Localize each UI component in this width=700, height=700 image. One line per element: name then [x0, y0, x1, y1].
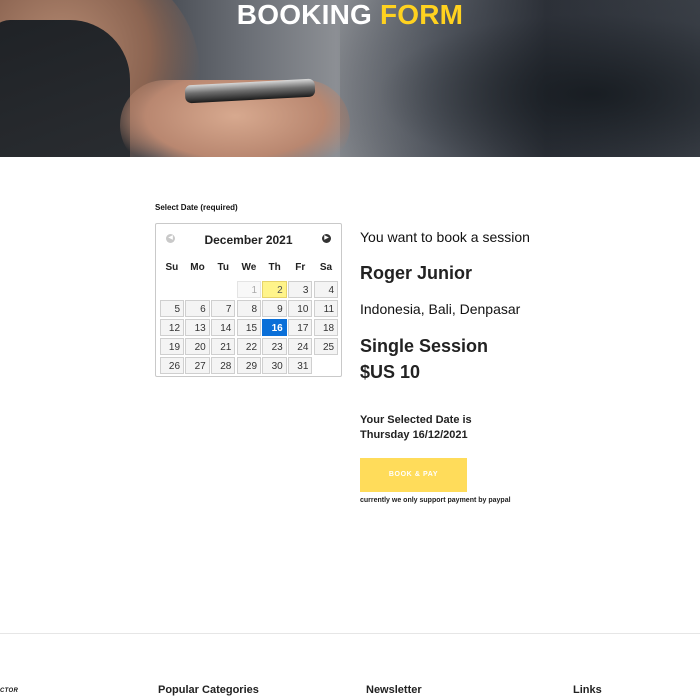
- calendar-day[interactable]: 6: [185, 300, 210, 317]
- calendar-day[interactable]: 19: [159, 338, 185, 355]
- select-date-label: Select Date (required): [155, 203, 238, 212]
- page-title-main: BOOKING: [236, 0, 372, 30]
- calendar-day[interactable]: 26: [159, 357, 185, 374]
- calendar-day[interactable]: 11: [313, 300, 339, 317]
- calendar-empty-cell: [211, 281, 235, 298]
- weekday-label: Su: [165, 262, 179, 273]
- calendar-day[interactable]: 28: [210, 357, 236, 374]
- footer-divider: [0, 633, 700, 634]
- session-price: $US 10: [360, 362, 421, 382]
- hero-banner: BOOKING FORM: [0, 0, 700, 157]
- calendar-day[interactable]: 29: [236, 357, 262, 374]
- calendar-day[interactable]: 12: [159, 319, 185, 336]
- footer-heading-popular-categories: Popular Categories: [158, 684, 259, 696]
- calendar-day[interactable]: 10: [288, 300, 313, 317]
- calendar-week-row: 5 6 7 8 9 10 11: [159, 299, 339, 318]
- calendar-day[interactable]: 24: [288, 338, 313, 355]
- calendar-day[interactable]: 8: [236, 300, 262, 317]
- date-picker-grid: Su Mo Tu We Th Fr Sa 1 2 3 4 5 6 7 8 9 10 11 12 13 14 15 16 17 1…: [159, 256, 339, 375]
- calendar-day[interactable]: 4: [313, 281, 339, 298]
- calendar-day[interactable]: 3: [288, 281, 313, 298]
- weekday-label: Sa: [319, 262, 333, 273]
- page-title-accent: FORM: [379, 0, 464, 30]
- calendar-day[interactable]: 7: [210, 300, 236, 317]
- calendar-day-selected[interactable]: 16: [262, 319, 287, 336]
- date-picker: ◀ December 2021 ▶ Su Mo Tu We Th Fr Sa 1 2 3 4 5 6 7 8…: [155, 223, 342, 377]
- footer-heading-links: Links: [573, 684, 602, 696]
- weekday-label: Tu: [217, 262, 229, 273]
- weekday-label: Th: [268, 262, 281, 273]
- weekday-label: We: [241, 262, 257, 273]
- calendar-empty-cell: [314, 357, 338, 374]
- calendar-day[interactable]: 15: [236, 319, 262, 336]
- calendar-day[interactable]: 5: [159, 300, 185, 317]
- calendar-day[interactable]: 27: [185, 357, 210, 374]
- calendar-week-row: 19 20 21 22 23 24 25: [159, 337, 339, 356]
- month-title: December 2021: [204, 233, 293, 247]
- payment-note: currently we only support payment by pay…: [360, 497, 511, 504]
- calendar-day[interactable]: 25: [313, 338, 339, 355]
- weekday-label: Mo: [190, 262, 205, 273]
- calendar-day[interactable]: 20: [185, 338, 210, 355]
- calendar-week-row: 12 13 14 15 16 17 18: [159, 318, 339, 337]
- calendar-day[interactable]: 23: [262, 338, 287, 355]
- calendar-day[interactable]: 17: [288, 319, 313, 336]
- calendar-day[interactable]: 13: [185, 319, 210, 336]
- calendar-day[interactable]: 9: [262, 300, 287, 317]
- calendar-day[interactable]: 22: [236, 338, 262, 355]
- booking-intro: You want to book a session: [360, 229, 530, 245]
- weekday-header-row: Su Mo Tu We Th Fr Sa: [159, 256, 339, 280]
- trainer-location: Indonesia, Bali, Denpasar: [360, 301, 521, 317]
- next-month-icon[interactable]: ▶: [322, 234, 331, 243]
- calendar-day[interactable]: 14: [210, 319, 236, 336]
- calendar-day[interactable]: 30: [262, 357, 287, 374]
- date-picker-header: ◀ December 2021 ▶: [156, 224, 341, 254]
- calendar-week-row: 1234: [159, 280, 339, 299]
- calendar-day[interactable]: 18: [313, 319, 339, 336]
- calendar-day[interactable]: 31: [288, 357, 313, 374]
- hero-photo-shirt: [0, 20, 130, 157]
- selected-date-value: Thursday 16/12/2021: [360, 429, 468, 441]
- calendar-day[interactable]: 21: [210, 338, 236, 355]
- calendar-day-disabled: 1: [236, 281, 262, 298]
- page-title: BOOKING FORM: [0, 0, 700, 32]
- calendar-day-today[interactable]: 2: [262, 281, 287, 298]
- session-type: Single Session: [360, 336, 489, 356]
- footer-heading-newsletter: Newsletter: [366, 684, 422, 696]
- footer-logo[interactable]: CTOR: [0, 688, 18, 694]
- trainer-name: Roger Junior: [360, 263, 473, 283]
- calendar-empty-cell: [185, 281, 209, 298]
- calendar-empty-cell: [160, 281, 184, 298]
- book-and-pay-button[interactable]: BOOK & PAY: [360, 458, 467, 492]
- selected-date-label: Your Selected Date is: [360, 414, 472, 426]
- weekday-label: Fr: [295, 262, 306, 273]
- calendar-week-row: 26 27 28 29 30 31: [159, 356, 339, 375]
